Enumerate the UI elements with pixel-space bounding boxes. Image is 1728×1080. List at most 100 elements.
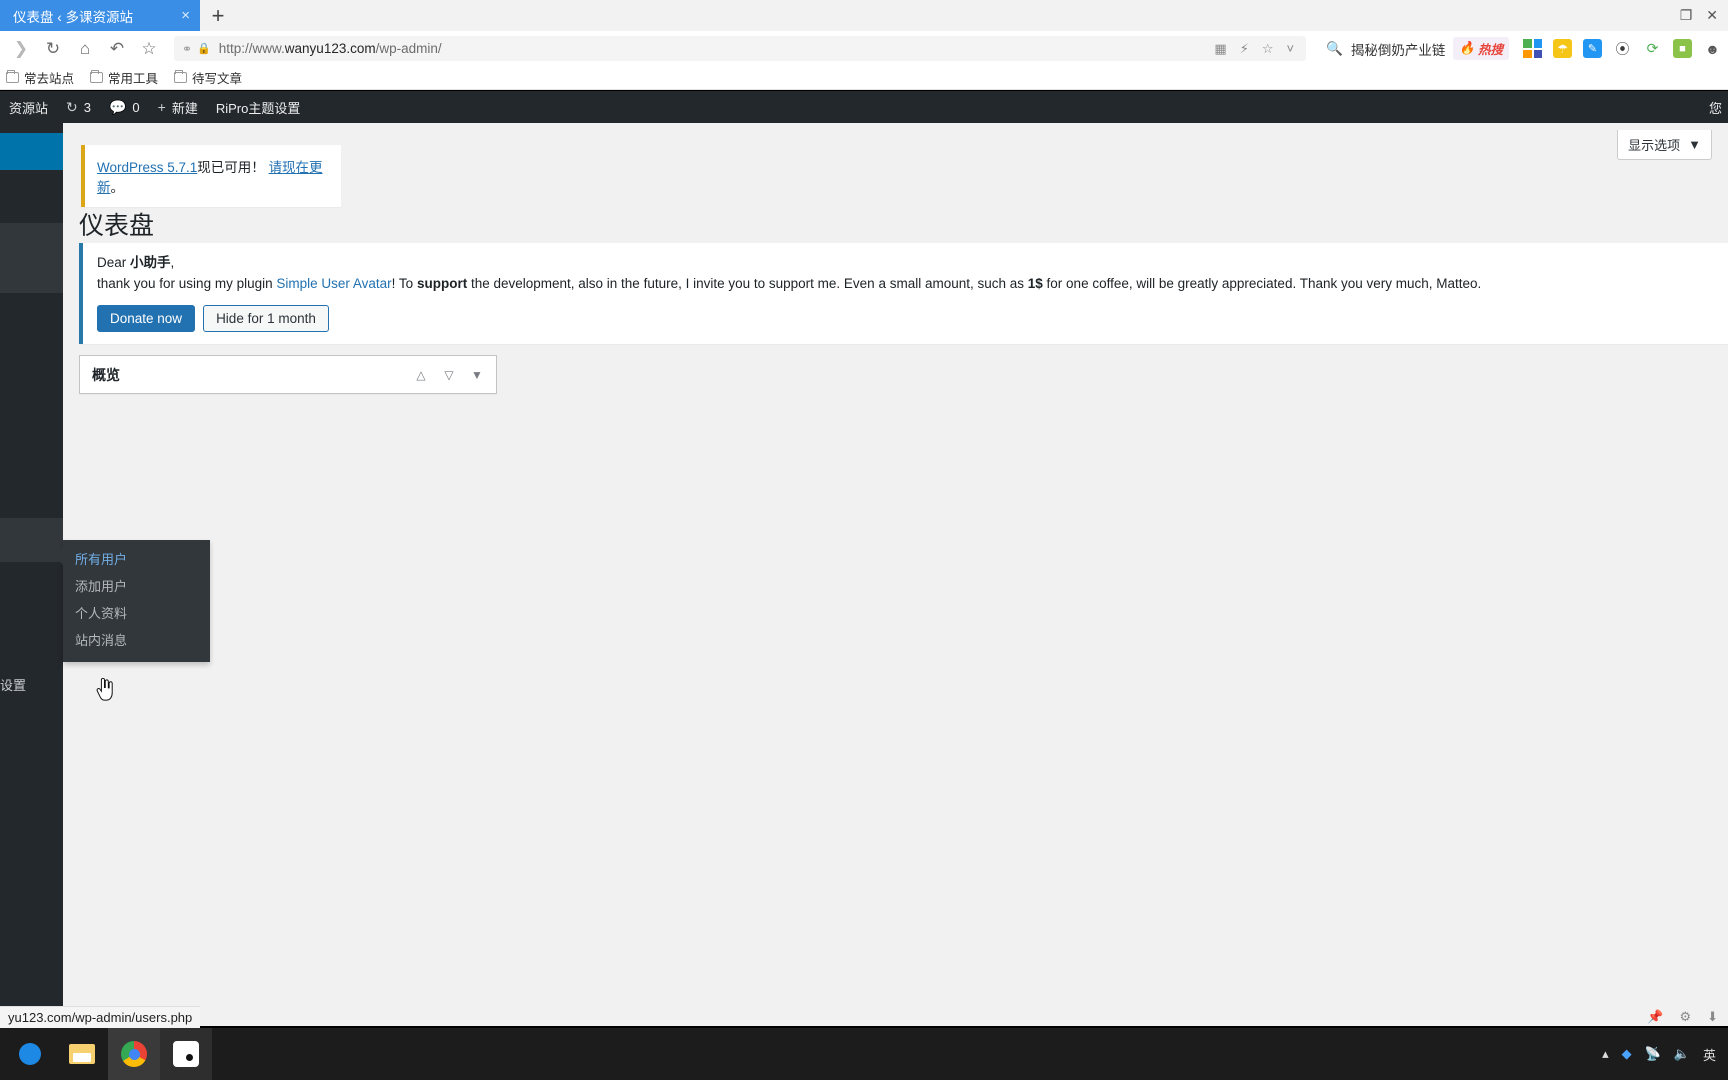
users-submenu-flyout: 所有用户 添加用户 个人资料 站内消息 <box>55 540 210 663</box>
update-notice-end: 。 <box>110 180 125 195</box>
overview-widget-header: 概览 △ ▽ ▼ <box>80 356 496 393</box>
comments-count: 0 <box>132 99 140 115</box>
chevron-up-icon[interactable]: ▴ <box>1602 1046 1609 1062</box>
blue-pen-icon[interactable]: ✎ <box>1583 39 1602 58</box>
search-icon: 🔍 <box>1326 40 1343 56</box>
comment-icon: 💬 <box>108 98 127 115</box>
url-host: wanyu123.com <box>284 41 376 56</box>
submenu-item-add-user[interactable]: 添加用户 <box>63 574 210 601</box>
greeting-suffix: , <box>170 255 175 270</box>
qr-code-icon[interactable]: ▦ <box>1214 41 1226 57</box>
sidebar-item-settings[interactable]: 设置 <box>0 675 26 694</box>
home-icon[interactable]: ⌂ <box>70 34 100 64</box>
chevron-down-icon[interactable]: ˅ <box>1287 41 1295 56</box>
update-notice-mid: 现已可用！ <box>197 160 265 175</box>
tab-title: 仪表盘 ‹ 多课资源站 <box>13 9 133 25</box>
url-text: http://www.wanyu123.com/wp-admin/ <box>219 41 442 56</box>
sidebar-item-dashboard[interactable] <box>0 133 63 170</box>
windows-tiles-icon[interactable] <box>1523 39 1542 58</box>
start-icon[interactable] <box>4 1028 56 1080</box>
caret-down-icon: ▼ <box>1688 137 1701 152</box>
close-icon[interactable]: × <box>181 8 190 23</box>
screen-options-button[interactable]: 显示选项 ▼ <box>1617 130 1712 160</box>
star-icon[interactable]: ☆ <box>1262 41 1274 57</box>
browser-toolbar: ❯ ↻ ⌂ ↶ ☆ ⚭ 🔒 http://www.wanyu123.com/wp… <box>0 31 1728 66</box>
restore-window-icon[interactable]: ❐ <box>1680 7 1693 24</box>
submenu-item-all-users[interactable]: 所有用户 <box>63 547 210 574</box>
donate-bold-support: support <box>416 275 468 291</box>
chrome-icon[interactable] <box>108 1028 160 1080</box>
search-box[interactable]: 🔍 揭秘倒奶产业链 🔥 热搜 <box>1316 36 1515 61</box>
admin-bar-comments[interactable]: 💬 0 <box>100 91 149 123</box>
file-explorer-icon[interactable] <box>56 1028 108 1080</box>
overview-widget-controls: △ ▽ ▼ <box>408 362 490 388</box>
donate-notice: Dear 小助手, thank you for using my plugin … <box>79 243 1728 344</box>
caret-down-icon[interactable]: ▼ <box>464 362 490 388</box>
new-tab-button[interactable]: + <box>200 0 236 31</box>
overview-widget-title: 概览 <box>92 366 120 383</box>
bookmark-item[interactable]: 常去站点 <box>6 68 74 87</box>
folder-icon <box>174 70 188 83</box>
search-query: 揭秘倒奶产业链 <box>1350 42 1446 58</box>
pin-icon[interactable]: 📌 <box>1647 1009 1663 1025</box>
wp-version-link[interactable]: WordPress 5.7.1 <box>97 160 197 175</box>
donate-body: thank you for using my plugin Simple Use… <box>97 274 1716 295</box>
yellow-shield-icon[interactable]: ☂ <box>1553 39 1572 58</box>
browser-tab-strip: 仪表盘 ‹ 多课资源站 × + ❐ ✕ <box>0 0 1728 31</box>
bookmark-item[interactable]: 常用工具 <box>90 68 158 87</box>
admin-footer-icons: 📌 ⚙ ⬇ <box>1647 1006 1728 1028</box>
reload-icon[interactable]: ↻ <box>38 34 68 64</box>
screen-options-label: 显示选项 <box>1628 138 1681 153</box>
bookmark-label: 常去站点 <box>24 72 75 86</box>
address-bar-actions: ▦ ⚡ ☆ ˅ <box>1214 41 1298 57</box>
admin-bar-account[interactable]: 您 <box>1709 98 1728 117</box>
sidebar-item-users[interactable] <box>0 518 63 562</box>
admin-bar-new[interactable]: + 新建 <box>149 91 207 123</box>
browser-tab[interactable]: 仪表盘 ‹ 多课资源站 × <box>0 0 200 31</box>
address-bar[interactable]: ⚭ 🔒 http://www.wanyu123.com/wp-admin/ ▦ … <box>174 36 1307 61</box>
extension-icons: ☂ ✎ ⦿ ⟳ ■ ☻ <box>1517 39 1722 58</box>
back-icon[interactable]: ↶ <box>102 34 132 64</box>
submenu-item-messages[interactable]: 站内消息 <box>63 628 210 655</box>
donate-body-c: the development, also in the future, I i… <box>467 275 1028 291</box>
plugin-link[interactable]: Simple User Avatar <box>276 276 391 291</box>
donate-now-button[interactable]: Donate now <box>97 304 196 332</box>
theme-settings-label: RiPro主题设置 <box>215 100 301 116</box>
bookmark-item[interactable]: 待写文章 <box>174 68 242 87</box>
page-title: 仪表盘 <box>79 212 155 240</box>
green-check-icon[interactable]: ⟳ <box>1643 39 1662 58</box>
volume-icon[interactable]: 🔈 <box>1674 1046 1690 1062</box>
chevron-up-icon[interactable]: △ <box>408 362 434 388</box>
gesture-icon[interactable]: ⦿ <box>1613 39 1632 58</box>
profile-icon[interactable]: ☻ <box>1703 39 1722 58</box>
admin-bar-site-name[interactable]: 资源站 <box>0 91 57 123</box>
status-bar-url: yu123.com/wp-admin/users.php <box>8 1010 193 1025</box>
submenu-item-profile[interactable]: 个人资料 <box>63 601 210 628</box>
download-icon[interactable]: ⬇ <box>1707 1009 1718 1025</box>
donate-body-d: for one coffee, will be greatly apprecia… <box>1042 275 1482 291</box>
donate-body-b: ! To <box>391 275 417 291</box>
admin-bar-theme-settings[interactable]: RiPro主题设置 <box>207 91 310 123</box>
hot-search-badge[interactable]: 🔥 热搜 <box>1453 37 1509 60</box>
lightning-icon[interactable]: ⚡ <box>1240 41 1249 57</box>
ime-label[interactable]: 英 <box>1703 1045 1716 1064</box>
close-window-icon[interactable]: ✕ <box>1706 7 1718 24</box>
tray-blue-icon[interactable]: ◆ <box>1622 1046 1632 1062</box>
chevron-down-icon[interactable]: ▽ <box>436 362 462 388</box>
hide-for-one-month-button[interactable]: Hide for 1 month <box>203 304 329 332</box>
overview-widget: 概览 △ ▽ ▼ <box>79 355 497 394</box>
app-window-icon[interactable] <box>160 1028 212 1080</box>
updates-count: 3 <box>83 99 91 115</box>
network-icon[interactable]: 📡 <box>1645 1046 1661 1062</box>
sync-icon[interactable]: ⚙ <box>1679 1009 1691 1025</box>
forward-icon[interactable]: ❯ <box>6 34 36 64</box>
screen: 仪表盘 ‹ 多课资源站 × + ❐ ✕ ❯ ↻ ⌂ ↶ ☆ ⚭ 🔒 http:/… <box>0 0 1728 1080</box>
url-path: /wp-admin/ <box>375 41 442 56</box>
admin-bar-updates[interactable]: ↻ 3 <box>57 91 100 123</box>
wp-admin-bar: 资源站 ↻ 3 💬 0 + 新建 RiPro主题设置 您 <box>0 91 1728 123</box>
sidebar-group-content[interactable] <box>0 223 63 293</box>
donate-greeting: Dear 小助手, <box>97 253 1716 274</box>
site-name-label: 资源站 <box>9 100 49 116</box>
bookmark-star-icon[interactable]: ☆ <box>134 34 164 64</box>
puzzle-icon[interactable]: ■ <box>1673 39 1692 58</box>
